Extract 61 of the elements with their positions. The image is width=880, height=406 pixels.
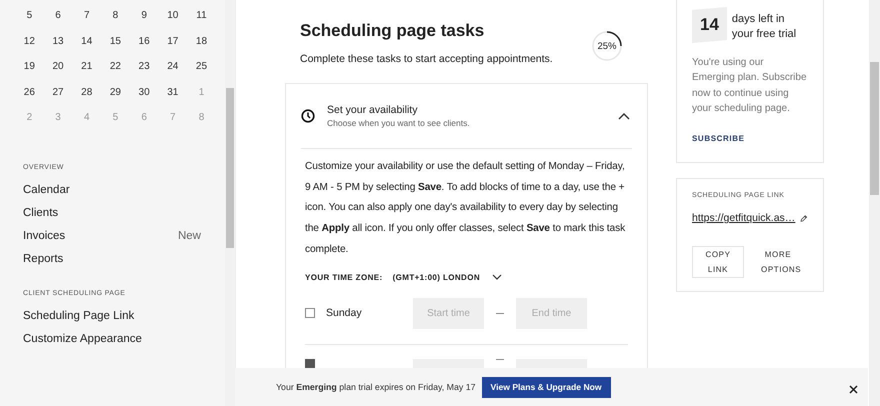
calendar-day[interactable]: 25 (187, 61, 216, 72)
calendar-day[interactable]: 20 (44, 61, 72, 72)
new-label: New (178, 229, 201, 244)
calendar-day[interactable]: 28 (72, 86, 102, 98)
time-zone-label: YOUR TIME ZONE: (305, 272, 383, 282)
trial-message: You're using our Emerging plan. Subscribe now to continue using your scheduling page. (692, 56, 808, 116)
upgrade-button[interactable]: View Plans & Upgrade Now (482, 376, 611, 398)
nav-item[interactable]: Invoices New (23, 225, 201, 248)
nav-item[interactable]: Reports (23, 248, 201, 272)
calendar-day[interactable]: 14 (72, 36, 102, 47)
calendar-day[interactable]: 8 (101, 10, 130, 22)
day-checkbox[interactable] (305, 308, 315, 318)
subscribe-link[interactable]: SUBSCRIBE (692, 134, 745, 144)
calendar-day[interactable]: 9 (130, 10, 158, 22)
calendar-day[interactable]: 27 (44, 86, 72, 98)
day-name: Sunday (326, 307, 363, 320)
trial-headline: days left in your free trial (732, 12, 798, 42)
banner-message: Your Emerging plan trial expires on Friday, May 17 (276, 382, 476, 392)
calendar-day[interactable]: 5 (15, 10, 44, 22)
calendar-day[interactable]: 12 (15, 36, 44, 47)
nav-item[interactable]: Clients (23, 202, 201, 226)
calendar-day[interactable]: 7 (72, 10, 102, 22)
nav-item[interactable]: Calendar (23, 178, 201, 202)
progress-ring: 25% (590, 29, 624, 63)
days-count: 14 (692, 7, 727, 43)
scrollbar[interactable] (869, 0, 880, 406)
calendar-day[interactable]: 19 (15, 61, 44, 72)
pencil-icon[interactable] (800, 212, 808, 224)
calendar-day[interactable]: 15 (101, 36, 130, 47)
calendar-day[interactable]: 21 (72, 61, 102, 72)
clock-icon (301, 109, 315, 123)
task-subtitle: Choose when you want to see clients. (327, 118, 471, 128)
chevron-icon[interactable] (618, 112, 630, 120)
page-subtitle: Complete these tasks to start accepting appointments. (300, 53, 553, 65)
calendar-day[interactable]: 29 (101, 86, 130, 98)
close-icon[interactable] (849, 384, 858, 394)
calendar-day[interactable]: 18 (187, 36, 216, 47)
day-checkbox[interactable] (305, 358, 315, 368)
task-title: Set your availability (327, 104, 418, 116)
calendar-day[interactable]: 16 (130, 36, 158, 47)
copy-link-button[interactable]: COPY LINK (692, 246, 744, 278)
calendar-day[interactable]: 23 (130, 61, 158, 72)
nav-item[interactable]: Customize Appearance (23, 328, 201, 352)
page-title: Scheduling page tasks (300, 21, 486, 41)
task-header[interactable]: Set your availability Choose when you want to see clients. (301, 84, 632, 149)
calendar-day[interactable]: 31 (158, 86, 188, 98)
calendar-day[interactable]: 17 (158, 36, 188, 47)
scrollbar[interactable] (225, 0, 235, 406)
calendar-day[interactable]: 11 (187, 10, 216, 22)
calendar-day[interactable]: 26 (15, 86, 44, 98)
nav-item[interactable]: Scheduling Page Link (23, 304, 201, 328)
calendar-day[interactable]: 13 (44, 36, 72, 47)
page-link[interactable]: https://getfitquick.as… (692, 212, 796, 224)
chevron-down-icon[interactable] (492, 274, 502, 280)
calendar-day[interactable]: 10 (158, 10, 188, 22)
task-description: Customize your availability or use the default setting of Monday – Friday, 9 AM - 5 PM by selecting Save. To add blocks of time to a day, use the + icon. You can also apply one day's availability to every day by selecting the Apply all icon. If you only offer classes, select Save to mark this task complete. (305, 160, 626, 257)
calendar-day[interactable]: 30 (130, 86, 158, 98)
calendar-day[interactable]: 6 (44, 10, 72, 22)
calendar-day[interactable]: 22 (101, 61, 130, 72)
time-zone-dropdown[interactable]: (GMT+1:00) LONDON (392, 272, 480, 282)
calendar-day[interactable]: 24 (158, 61, 188, 72)
